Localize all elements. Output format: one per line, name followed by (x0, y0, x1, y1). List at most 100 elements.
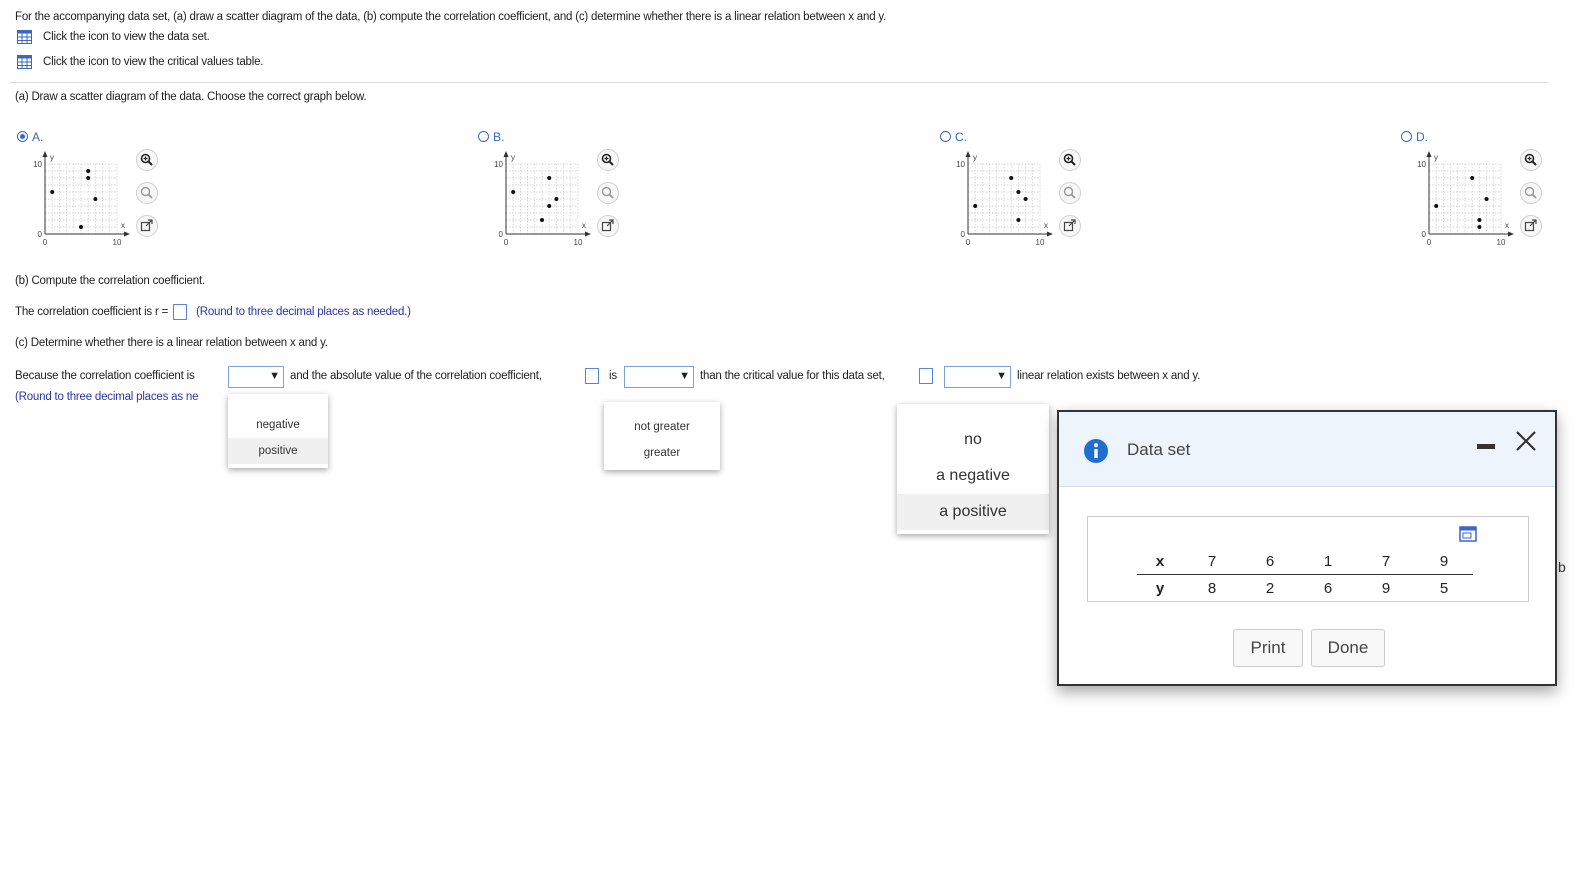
relation-menu: no a negative a positive (897, 404, 1049, 534)
sign-select[interactable]: ▼ (228, 366, 284, 388)
x-tick-label: 0 (504, 238, 509, 247)
popout-icon[interactable] (1059, 215, 1081, 237)
data-point (1016, 190, 1021, 194)
y-header: y (1155, 579, 1165, 597)
abs-r-input[interactable] (585, 368, 599, 384)
y-tick-label: 10 (33, 160, 42, 169)
x-axis-arrow (1047, 231, 1053, 237)
menu-item-no[interactable]: no (897, 422, 1049, 458)
radio-button[interactable] (940, 131, 951, 143)
menu-item-a-positive[interactable]: a positive (897, 494, 1049, 530)
dropdown-arrow-icon: ▼ (269, 370, 280, 382)
dropdown-arrow-icon: ▼ (679, 370, 690, 382)
menu-item-positive[interactable]: positive (228, 438, 328, 464)
radio-button[interactable] (17, 131, 28, 143)
y-axis-name: y (973, 153, 977, 162)
print-button[interactable]: Print (1233, 629, 1303, 667)
data-point (1009, 176, 1014, 180)
y-value: 9 (1381, 579, 1391, 597)
info-icon (1084, 439, 1108, 463)
zoom-in-icon[interactable] (1059, 149, 1081, 171)
popout-icon[interactable] (597, 215, 619, 237)
menu-item-negative[interactable]: negative (228, 412, 328, 438)
data-point (1016, 218, 1021, 222)
option-label: B. (493, 129, 505, 144)
data-point (1477, 218, 1482, 222)
y-tick-label: 10 (956, 160, 965, 169)
y-tick-label: 10 (494, 160, 503, 169)
menu-item-a-negative[interactable]: a negative (897, 458, 1049, 494)
part-c-s1: Because the correlation coefficient is (15, 370, 195, 382)
popout-icon[interactable] (136, 215, 158, 237)
radio-button[interactable] (1401, 131, 1412, 143)
data-set-table: x 7 6 1 7 9 y 8 2 6 9 5 (1137, 548, 1473, 601)
y-value: 2 (1265, 579, 1275, 597)
radio-button[interactable] (478, 131, 489, 143)
x-value: 1 (1299, 548, 1357, 575)
zoom-out-icon[interactable] (1520, 182, 1542, 204)
scatter-plot-d: 1000 10xy (1417, 151, 1514, 247)
data-point (1470, 176, 1475, 180)
data-set-link[interactable]: Click the icon to view the data set. (17, 30, 210, 44)
done-button[interactable]: Done (1311, 629, 1385, 667)
dropdown-arrow-icon: ▼ (996, 370, 1007, 382)
x-tick-label: 10 (574, 238, 583, 247)
part-c-s2: and the absolute value of the correlatio… (290, 370, 542, 382)
data-point (547, 176, 552, 180)
y-axis-name: y (1434, 153, 1438, 162)
x-axis-name: x (1044, 221, 1048, 230)
data-point (93, 197, 98, 201)
x-tick-label: 10 (1036, 238, 1045, 247)
option-a-radio[interactable]: A. (17, 128, 43, 146)
x-axis-arrow (1508, 231, 1514, 237)
data-point (1484, 197, 1489, 201)
scatter-plot-c: 1000 10xy (956, 151, 1053, 247)
x-axis-name: x (121, 221, 125, 230)
option-b-radio[interactable]: B. (478, 128, 504, 146)
x-value: 6 (1241, 548, 1299, 575)
x-value: 7 (1183, 548, 1241, 575)
menu-item-greater[interactable]: greater (604, 440, 720, 466)
table-icon[interactable] (17, 30, 32, 44)
zoom-out-icon[interactable] (597, 182, 619, 204)
y-axis-arrow (42, 151, 48, 157)
data-point (540, 218, 544, 222)
scatter-plot-a: 1000 10xy (33, 151, 130, 247)
close-icon[interactable] (1515, 430, 1537, 452)
y-axis-arrow (1426, 151, 1432, 157)
critical-values-link[interactable]: Click the icon to view the critical valu… (17, 55, 264, 69)
y-value: 6 (1323, 579, 1333, 597)
popout-icon[interactable] (1520, 215, 1542, 237)
part-c-s4: than the critical value for this data se… (700, 370, 885, 382)
part-c-s5: linear relation exists between x and y. (1017, 370, 1201, 382)
critical-value-input[interactable] (919, 368, 933, 384)
y-axis-arrow (965, 151, 971, 157)
table-icon[interactable] (17, 55, 32, 69)
y-tick-label: 10 (1417, 160, 1426, 169)
part-b-hint: (Round to three decimal places as needed… (196, 306, 411, 318)
edge-text: b (1558, 559, 1566, 575)
x-value: 9 (1415, 548, 1473, 575)
zoom-out-icon[interactable] (1059, 182, 1081, 204)
x-axis-name: x (1505, 221, 1509, 230)
zoom-in-icon[interactable] (1520, 149, 1542, 171)
r-input[interactable] (173, 304, 188, 320)
zoom-in-icon[interactable] (136, 149, 158, 171)
x-row: x 7 6 1 7 9 (1137, 548, 1473, 575)
relation-select[interactable]: ▼ (944, 366, 1011, 388)
part-b-sentence: The correlation coefficient is r = (15, 306, 169, 318)
data-point (1477, 225, 1482, 229)
zoom-in-icon[interactable] (597, 149, 619, 171)
minimize-icon[interactable] (1477, 444, 1495, 449)
zoom-out-icon[interactable] (136, 182, 158, 204)
popout-icon[interactable] (1459, 526, 1477, 542)
x-value: 7 (1357, 548, 1415, 575)
x-axis-name: x (582, 221, 586, 230)
compare-select[interactable]: ▼ (624, 366, 694, 388)
option-c-radio[interactable]: C. (940, 128, 967, 146)
y-axis-arrow (503, 151, 509, 157)
option-d-radio[interactable]: D. (1401, 128, 1428, 146)
data-point (554, 197, 559, 201)
menu-item-not-greater[interactable]: not greater (604, 414, 720, 440)
sign-menu: negative positive (228, 394, 328, 468)
